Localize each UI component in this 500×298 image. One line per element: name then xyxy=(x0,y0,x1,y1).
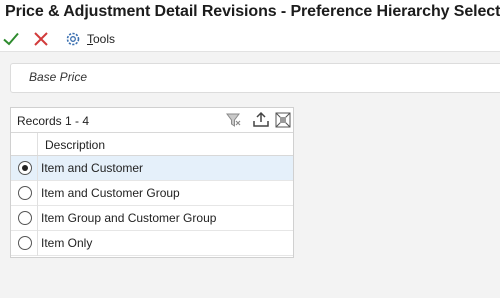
row-select-cell xyxy=(11,231,38,256)
radio-button[interactable] xyxy=(18,236,32,250)
grid-header: Records 1 - 4 xyxy=(11,108,293,133)
page-title: Price & Adjustment Detail Revisions - Pr… xyxy=(5,3,500,20)
radio-button[interactable] xyxy=(18,161,32,175)
export-icon[interactable] xyxy=(252,111,270,129)
gear-icon[interactable] xyxy=(64,30,82,48)
toolbar: Tools xyxy=(0,26,500,52)
table-row[interactable]: Item and Customer xyxy=(11,156,293,181)
table-row[interactable]: Item Only xyxy=(11,231,293,256)
column-header-description[interactable]: Description xyxy=(45,138,105,152)
base-price-section[interactable]: Base Price xyxy=(10,63,500,93)
row-select-cell xyxy=(11,156,38,181)
row-description: Item Group and Customer Group xyxy=(41,211,217,225)
table-row[interactable]: Item and Customer Group xyxy=(11,181,293,206)
row-description: Item and Customer xyxy=(41,161,144,175)
row-select-cell xyxy=(11,181,38,206)
tools-menu-button[interactable]: Tools xyxy=(87,32,115,46)
base-price-label: Base Price xyxy=(29,70,88,84)
checkmark-icon[interactable] xyxy=(2,30,20,48)
table-row[interactable]: Item Group and Customer Group xyxy=(11,206,293,231)
radio-button[interactable] xyxy=(18,211,32,225)
records-count: Records 1 - 4 xyxy=(17,114,90,128)
radio-selected-dot xyxy=(22,165,28,171)
row-select-cell xyxy=(11,206,38,231)
column-header-row: Description xyxy=(11,133,293,156)
row-description: Item Only xyxy=(41,236,93,250)
select-column-header xyxy=(11,133,38,155)
filter-icon[interactable] xyxy=(224,111,242,129)
close-icon[interactable] xyxy=(32,30,50,48)
fullscreen-icon[interactable] xyxy=(274,111,292,129)
title-bar: Price & Adjustment Detail Revisions - Pr… xyxy=(0,0,500,26)
radio-button[interactable] xyxy=(18,186,32,200)
hierarchy-grid: Records 1 - 4 Description Item and Custo… xyxy=(10,107,294,258)
row-description: Item and Customer Group xyxy=(41,186,180,200)
